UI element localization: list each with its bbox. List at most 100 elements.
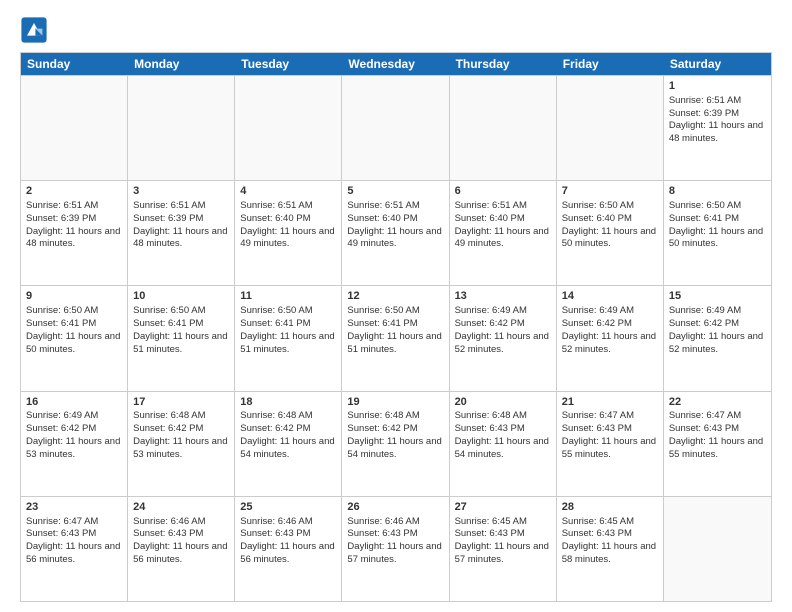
day-number: 8 [669, 184, 766, 199]
calendar-cell-2-1: 2Sunrise: 6:51 AMSunset: 6:39 PMDaylight… [21, 181, 128, 285]
calendar-row-2: 2Sunrise: 6:51 AMSunset: 6:39 PMDaylight… [21, 180, 771, 285]
cell-content: Sunrise: 6:51 AM [240, 200, 336, 213]
cell-content: Daylight: 11 hours and 48 minutes. [133, 226, 229, 252]
calendar-cell-1-3 [235, 76, 342, 180]
cell-content: Daylight: 11 hours and 57 minutes. [455, 541, 551, 567]
cell-content: Sunrise: 6:51 AM [455, 200, 551, 213]
cell-content: Daylight: 11 hours and 48 minutes. [669, 120, 766, 146]
day-number: 11 [240, 289, 336, 304]
calendar-row-5: 23Sunrise: 6:47 AMSunset: 6:43 PMDayligh… [21, 496, 771, 601]
day-number: 15 [669, 289, 766, 304]
cell-content: Daylight: 11 hours and 56 minutes. [133, 541, 229, 567]
day-number: 5 [347, 184, 443, 199]
cell-content: Sunset: 6:41 PM [133, 318, 229, 331]
cell-content: Sunrise: 6:50 AM [133, 305, 229, 318]
cell-content: Sunset: 6:40 PM [347, 213, 443, 226]
calendar-cell-4-4: 19Sunrise: 6:48 AMSunset: 6:42 PMDayligh… [342, 392, 449, 496]
calendar-cell-1-6 [557, 76, 664, 180]
cell-content: Sunset: 6:42 PM [562, 318, 658, 331]
day-number: 24 [133, 500, 229, 515]
cell-content: Sunset: 6:43 PM [562, 423, 658, 436]
calendar-cell-1-7: 1Sunrise: 6:51 AMSunset: 6:39 PMDaylight… [664, 76, 771, 180]
cell-content: Daylight: 11 hours and 53 minutes. [26, 436, 122, 462]
cell-content: Daylight: 11 hours and 50 minutes. [669, 226, 766, 252]
calendar-cell-5-4: 26Sunrise: 6:46 AMSunset: 6:43 PMDayligh… [342, 497, 449, 601]
cell-content: Sunrise: 6:48 AM [133, 410, 229, 423]
day-number: 2 [26, 184, 122, 199]
cell-content: Sunset: 6:43 PM [455, 528, 551, 541]
day-number: 6 [455, 184, 551, 199]
cell-content: Sunrise: 6:51 AM [347, 200, 443, 213]
cell-content: Sunset: 6:43 PM [240, 528, 336, 541]
header-day-friday: Friday [557, 53, 664, 75]
cell-content: Daylight: 11 hours and 49 minutes. [347, 226, 443, 252]
cell-content: Sunset: 6:43 PM [26, 528, 122, 541]
day-number: 21 [562, 395, 658, 410]
day-number: 23 [26, 500, 122, 515]
cell-content: Daylight: 11 hours and 52 minutes. [562, 331, 658, 357]
calendar: SundayMondayTuesdayWednesdayThursdayFrid… [20, 52, 772, 602]
cell-content: Daylight: 11 hours and 53 minutes. [133, 436, 229, 462]
cell-content: Daylight: 11 hours and 50 minutes. [562, 226, 658, 252]
cell-content: Sunset: 6:41 PM [240, 318, 336, 331]
day-number: 13 [455, 289, 551, 304]
calendar-cell-1-1 [21, 76, 128, 180]
cell-content: Daylight: 11 hours and 56 minutes. [240, 541, 336, 567]
cell-content: Sunrise: 6:51 AM [26, 200, 122, 213]
cell-content: Sunset: 6:42 PM [26, 423, 122, 436]
day-number: 7 [562, 184, 658, 199]
logo [20, 16, 52, 44]
cell-content: Sunrise: 6:47 AM [562, 410, 658, 423]
cell-content: Sunrise: 6:49 AM [455, 305, 551, 318]
calendar-cell-1-4 [342, 76, 449, 180]
cell-content: Sunset: 6:43 PM [562, 528, 658, 541]
cell-content: Sunset: 6:43 PM [669, 423, 766, 436]
day-number: 26 [347, 500, 443, 515]
day-number: 22 [669, 395, 766, 410]
calendar-body: 1Sunrise: 6:51 AMSunset: 6:39 PMDaylight… [21, 75, 771, 601]
calendar-row-1: 1Sunrise: 6:51 AMSunset: 6:39 PMDaylight… [21, 75, 771, 180]
calendar-cell-2-4: 5Sunrise: 6:51 AMSunset: 6:40 PMDaylight… [342, 181, 449, 285]
cell-content: Daylight: 11 hours and 56 minutes. [26, 541, 122, 567]
calendar-cell-4-1: 16Sunrise: 6:49 AMSunset: 6:42 PMDayligh… [21, 392, 128, 496]
calendar-row-3: 9Sunrise: 6:50 AMSunset: 6:41 PMDaylight… [21, 285, 771, 390]
day-number: 14 [562, 289, 658, 304]
header-day-thursday: Thursday [450, 53, 557, 75]
cell-content: Sunset: 6:43 PM [455, 423, 551, 436]
cell-content: Sunrise: 6:48 AM [455, 410, 551, 423]
calendar-cell-3-1: 9Sunrise: 6:50 AMSunset: 6:41 PMDaylight… [21, 286, 128, 390]
cell-content: Sunset: 6:41 PM [669, 213, 766, 226]
calendar-cell-2-7: 8Sunrise: 6:50 AMSunset: 6:41 PMDaylight… [664, 181, 771, 285]
page-header [20, 16, 772, 44]
calendar-cell-2-5: 6Sunrise: 6:51 AMSunset: 6:40 PMDaylight… [450, 181, 557, 285]
header-day-monday: Monday [128, 53, 235, 75]
cell-content: Sunrise: 6:50 AM [347, 305, 443, 318]
cell-content: Sunrise: 6:46 AM [347, 516, 443, 529]
header-day-wednesday: Wednesday [342, 53, 449, 75]
calendar-cell-4-5: 20Sunrise: 6:48 AMSunset: 6:43 PMDayligh… [450, 392, 557, 496]
cell-content: Sunset: 6:39 PM [133, 213, 229, 226]
day-number: 17 [133, 395, 229, 410]
cell-content: Sunrise: 6:50 AM [26, 305, 122, 318]
cell-content: Sunrise: 6:47 AM [26, 516, 122, 529]
cell-content: Sunset: 6:42 PM [240, 423, 336, 436]
cell-content: Sunset: 6:39 PM [669, 108, 766, 121]
day-number: 20 [455, 395, 551, 410]
day-number: 19 [347, 395, 443, 410]
cell-content: Daylight: 11 hours and 49 minutes. [240, 226, 336, 252]
calendar-cell-3-6: 14Sunrise: 6:49 AMSunset: 6:42 PMDayligh… [557, 286, 664, 390]
cell-content: Sunrise: 6:49 AM [562, 305, 658, 318]
cell-content: Sunset: 6:43 PM [133, 528, 229, 541]
calendar-cell-5-3: 25Sunrise: 6:46 AMSunset: 6:43 PMDayligh… [235, 497, 342, 601]
calendar-cell-4-2: 17Sunrise: 6:48 AMSunset: 6:42 PMDayligh… [128, 392, 235, 496]
calendar-cell-4-7: 22Sunrise: 6:47 AMSunset: 6:43 PMDayligh… [664, 392, 771, 496]
cell-content: Daylight: 11 hours and 50 minutes. [26, 331, 122, 357]
calendar-cell-3-2: 10Sunrise: 6:50 AMSunset: 6:41 PMDayligh… [128, 286, 235, 390]
day-number: 3 [133, 184, 229, 199]
cell-content: Sunset: 6:42 PM [347, 423, 443, 436]
cell-content: Daylight: 11 hours and 49 minutes. [455, 226, 551, 252]
cell-content: Daylight: 11 hours and 51 minutes. [133, 331, 229, 357]
calendar-cell-2-3: 4Sunrise: 6:51 AMSunset: 6:40 PMDaylight… [235, 181, 342, 285]
cell-content: Sunrise: 6:48 AM [240, 410, 336, 423]
day-number: 28 [562, 500, 658, 515]
